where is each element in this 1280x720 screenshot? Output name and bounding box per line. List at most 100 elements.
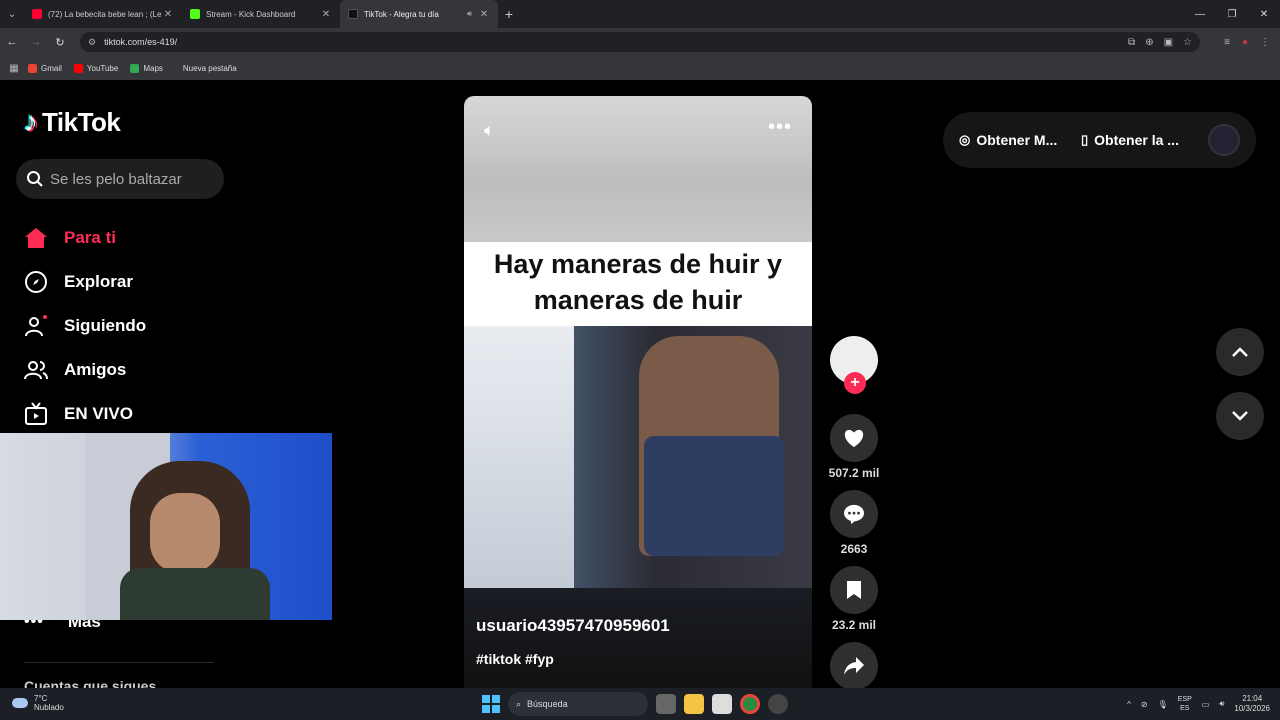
task-view-icon[interactable] (656, 694, 676, 714)
audio-playing-icon[interactable]: 🔊︎ (467, 9, 472, 19)
browser-tab-tiktok[interactable]: TikTok - Alegra tu día 🔊︎ ✕ (340, 0, 498, 28)
install-icon[interactable]: ▣ (1164, 37, 1173, 48)
close-tab-icon[interactable]: ✕ (162, 9, 174, 20)
clock[interactable]: 21:04 10/3/2026 (1234, 694, 1270, 714)
get-app-label: Obtener M... (976, 132, 1058, 148)
microphone-icon[interactable]: 🎙︎ (1158, 700, 1168, 709)
video-author[interactable]: usuario43957470959601 (476, 616, 670, 636)
video-info-area (464, 588, 812, 688)
comment-count: 2663 (840, 542, 868, 556)
get-app-button-1[interactable]: ◎ Obtener M... (959, 112, 1057, 168)
network-icon[interactable]: ⊘ (1141, 700, 1148, 709)
webcam-overlay (0, 433, 332, 620)
heart-icon (844, 429, 864, 448)
display-icon[interactable]: ▭ (1202, 700, 1210, 709)
live-icon (24, 402, 48, 426)
file-explorer-icon[interactable] (684, 694, 704, 714)
reload-icon[interactable]: ↻ (48, 28, 72, 56)
get-app-button-2[interactable]: ▯ Obtener la ... (1081, 112, 1179, 168)
sidebar-item-para-ti[interactable]: Para ti (24, 216, 146, 260)
reading-list-icon[interactable]: ≡ (1224, 37, 1230, 48)
lang-secondary: ES (1180, 705, 1190, 712)
new-tab-button[interactable]: + (498, 6, 520, 22)
bookmark-new-tab[interactable]: Nueva pestaña (183, 64, 237, 73)
video-blurred-top (464, 96, 812, 242)
profile-avatar[interactable] (1208, 124, 1240, 156)
more-options-icon[interactable]: ••• (768, 116, 792, 139)
sidebar-item-en-vivo[interactable]: EN VIVO (24, 392, 146, 436)
app-icon[interactable] (768, 694, 788, 714)
windows-start-icon[interactable] (482, 695, 500, 713)
windows-taskbar: 7°C Nublado ⌕ Búsqueda ^ ⊘ 🎙︎ ESP ES ▭ 🔊… (0, 688, 1280, 720)
weather-desc: Nublado (34, 703, 64, 712)
search-icon: ⌕ (516, 698, 522, 709)
taskbar-search[interactable]: ⌕ Búsqueda (508, 692, 648, 716)
search-box[interactable] (16, 159, 224, 199)
tray-overflow-icon[interactable]: ^ (1127, 700, 1131, 709)
language-indicator[interactable]: ESP ES (1178, 695, 1192, 713)
window-controls: — ❐ ✕ (1184, 0, 1280, 28)
browser-tab-kick[interactable]: Stream - Kick Dashboard ✕ (182, 0, 340, 28)
apps-grid-icon[interactable]: ▦ (0, 63, 28, 74)
maximize-icon[interactable]: ❐ (1216, 0, 1248, 28)
comment-icon (844, 504, 864, 524)
close-window-icon[interactable]: ✕ (1248, 0, 1280, 28)
sidebar-item-siguiendo[interactable]: Siguiendo (24, 304, 146, 348)
maps-icon (130, 63, 140, 73)
webcam-person-face (150, 493, 220, 573)
bookmark-label: Maps (143, 63, 163, 73)
sidebar-item-label: Para ti (64, 228, 116, 247)
translate-icon[interactable]: ⧉ (1128, 37, 1135, 48)
tiktok-wordmark: TikTok (42, 106, 121, 137)
sidebar-item-explorar[interactable]: Explorar (24, 260, 146, 304)
address-bar[interactable]: ⚙ tiktok.com/es-419/ ⧉ ⊕ ▣ ☆ (80, 32, 1200, 52)
like-count: 507.2 mil (828, 466, 880, 480)
previous-video-button[interactable] (1216, 328, 1264, 376)
share-button[interactable] (830, 642, 878, 690)
store-icon[interactable] (712, 694, 732, 714)
bookmark-star-icon[interactable]: ☆ (1183, 37, 1192, 48)
compass-small-icon: ◎ (959, 132, 971, 147)
comment-button[interactable] (830, 490, 878, 538)
like-button[interactable] (830, 414, 878, 462)
bookmark-youtube[interactable]: YouTube (73, 63, 118, 73)
kick-favicon-icon (190, 9, 200, 19)
close-tab-icon[interactable]: ✕ (478, 9, 490, 20)
creator-avatar[interactable]: + (830, 336, 878, 394)
site-info-icon[interactable]: ⚙ (88, 37, 96, 48)
follow-plus-icon[interactable]: + (844, 372, 866, 394)
sidebar-nav: Para ti Explorar Siguiendo Amigos EN VIV… (24, 216, 146, 436)
tab-search-icon[interactable]: ⌄ (0, 0, 24, 28)
bookmark-gmail[interactable]: Gmail (28, 63, 62, 73)
save-button[interactable] (830, 566, 878, 614)
browser-toolbar: ← → ↻ ⚙ tiktok.com/es-419/ ⧉ ⊕ ▣ ☆ ≡ ● ⋮ (0, 28, 1280, 56)
clock-time: 21:04 (1242, 694, 1263, 703)
sidebar-item-amigos[interactable]: Amigos (24, 348, 146, 392)
tab-title: TikTok - Alegra tu día (364, 9, 439, 19)
friends-icon (24, 358, 48, 382)
volume-icon[interactable]: 🔈︎ (484, 120, 495, 141)
tiktok-favicon-icon (348, 9, 358, 19)
close-tab-icon[interactable]: ✕ (320, 9, 332, 20)
video-hashtags[interactable]: #tiktok #fyp (476, 651, 554, 667)
search-input[interactable] (50, 170, 220, 188)
video-player[interactable]: Hay maneras de huir y maneras de huir 🔈︎… (464, 96, 812, 688)
bookmarks-bar: ▦ Gmail YouTube Maps Nueva pestaña (0, 56, 1280, 80)
next-video-button[interactable] (1216, 392, 1264, 440)
tiktok-logo[interactable]: ♪ TikTok (24, 106, 121, 138)
volume-tray-icon[interactable]: 🔊︎ (1219, 699, 1224, 709)
forward-arrow-icon[interactable]: → (24, 28, 48, 56)
sidebar-divider (24, 662, 214, 663)
minimize-icon[interactable]: — (1184, 0, 1216, 28)
bookmark-maps[interactable]: Maps (130, 63, 163, 73)
zoom-icon[interactable]: ⊕ (1145, 37, 1153, 48)
back-arrow-icon[interactable]: ← (0, 28, 24, 56)
chrome-icon[interactable] (740, 694, 760, 714)
profile-icon[interactable]: ● (1242, 37, 1248, 48)
bookmark-label: Nueva pestaña (182, 63, 237, 73)
video-frame-door (464, 326, 574, 588)
weather-widget[interactable]: 7°C Nublado (12, 694, 64, 712)
get-app-label: Obtener la ... (1094, 132, 1179, 148)
browser-tab-youtube[interactable]: (72) La bebecita bebe lean ; (Le ✕ (24, 0, 182, 28)
chrome-menu-icon[interactable]: ⋮ (1260, 37, 1270, 48)
